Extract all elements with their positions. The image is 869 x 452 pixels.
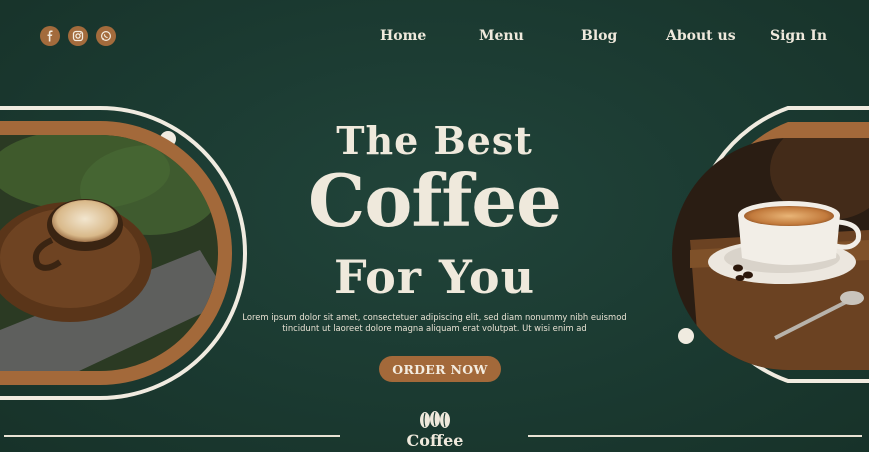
hero-description: Lorem ipsum dolor sit amet, consectetuer… <box>242 312 627 333</box>
nav-sign-in[interactable]: Sign In <box>770 26 827 46</box>
hero-heading-line2: Coffee <box>308 158 562 243</box>
hero-heading-line1: The Best <box>336 118 533 163</box>
nav-about-us[interactable]: About us <box>666 26 736 46</box>
hero-heading-line3: For You <box>333 250 536 304</box>
nav-menu[interactable]: Menu <box>479 26 524 46</box>
landing-page: Home Menu Blog About us Sign In The Best… <box>0 0 869 452</box>
nav-home[interactable]: Home <box>380 26 426 46</box>
footer-divider-left <box>4 435 340 437</box>
right-arc-dot <box>678 328 694 344</box>
order-now-button[interactable]: ORDER NOW <box>379 356 501 382</box>
main-nav: Home Menu Blog About us Sign In <box>0 26 869 46</box>
nav-blog[interactable]: Blog <box>581 26 617 46</box>
footer-brand-name: Coffee <box>406 431 464 450</box>
footer-divider-right <box>528 435 862 437</box>
